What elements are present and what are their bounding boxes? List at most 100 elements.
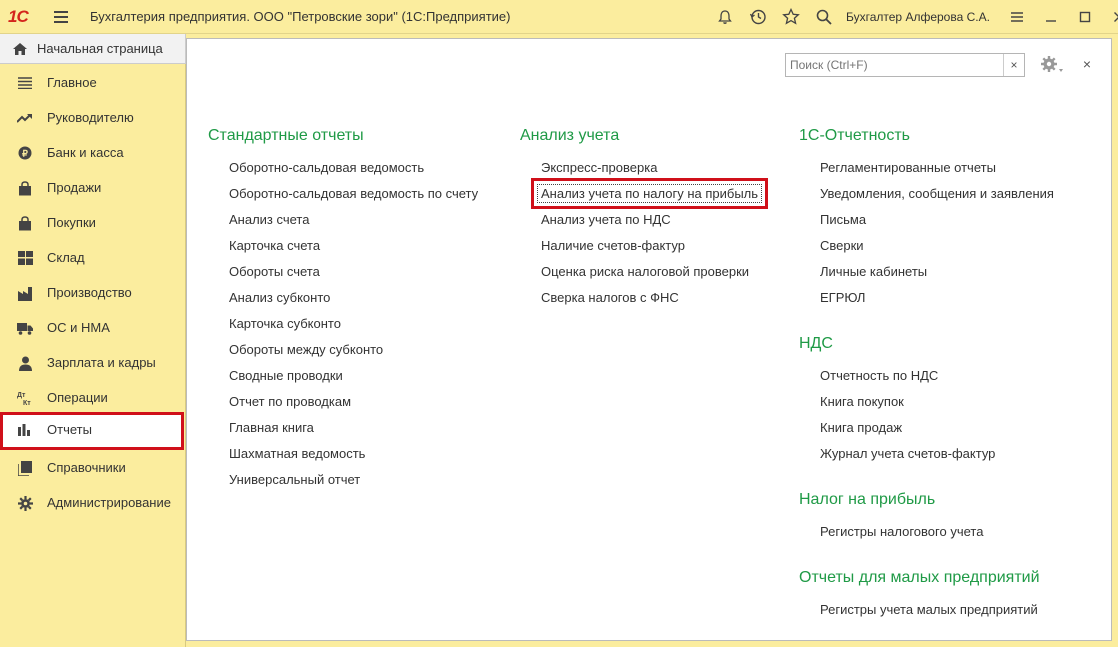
report-link[interactable]: Регламентированные отчеты	[820, 160, 996, 175]
warehouse-icon	[17, 250, 33, 266]
sidebar-item-directories[interactable]: Справочники	[0, 450, 186, 485]
sidebar-item-salary[interactable]: Зарплата и кадры	[0, 345, 186, 380]
close-panel-button[interactable]: ×	[1080, 56, 1094, 72]
sidebar-item-administration[interactable]: Администрирование	[0, 485, 186, 520]
sidebar-item-label: Производство	[47, 285, 132, 300]
group-title-profit-tax: Налог на прибыль	[799, 491, 936, 508]
sidebar-item-purchases[interactable]: Покупки	[0, 205, 186, 240]
report-link[interactable]: Обороты между субконто	[229, 342, 383, 357]
report-link[interactable]: Главная книга	[229, 420, 314, 435]
settings-menu-icon[interactable]	[1000, 4, 1034, 30]
home-icon	[12, 41, 28, 57]
app-logo: 1С	[8, 6, 29, 26]
sidebar-item-operations[interactable]: Дт Кт Операции	[0, 380, 186, 415]
home-tab-label: Начальная страница	[37, 41, 163, 56]
report-link[interactable]: Уведомления, сообщения и заявления	[820, 186, 1054, 201]
report-link[interactable]: Регистры налогового учета	[820, 524, 983, 539]
settings-gear-icon[interactable]	[1038, 53, 1066, 77]
coin-icon: ₽	[17, 145, 33, 161]
history-icon[interactable]	[745, 4, 771, 30]
bar-chart-icon	[17, 422, 33, 438]
sidebar-item-bank[interactable]: ₽ Банк и касса	[0, 135, 186, 170]
group-title-standard: Стандартные отчеты	[208, 127, 364, 144]
sidebar-item-reports[interactable]: Отчеты	[0, 412, 184, 450]
report-link[interactable]: Отчет по проводкам	[229, 394, 351, 409]
sidebar-item-main[interactable]: Главное	[0, 65, 186, 100]
group-title-small-business: Отчеты для малых предприятий	[799, 569, 1040, 586]
book-icon	[17, 460, 33, 476]
report-link[interactable]: Отчетность по НДС	[820, 368, 938, 383]
sidebar-item-label: Зарплата и кадры	[47, 355, 156, 370]
minimize-icon[interactable]	[1034, 4, 1068, 30]
sidebar-item-label: Справочники	[47, 460, 126, 475]
report-link-label: Анализ учета по налогу на прибыль	[541, 186, 759, 201]
report-link[interactable]: Экспресс-проверка	[541, 160, 657, 175]
svg-text:Кт: Кт	[23, 400, 31, 406]
title-bar: 1С Бухгалтерия предприятия. ООО "Петровс…	[0, 0, 1118, 34]
report-link[interactable]: Оборотно-сальдовая ведомость	[229, 160, 424, 175]
sidebar-item-label: Руководителю	[47, 110, 134, 125]
report-link[interactable]: Регистры учета малых предприятий	[820, 602, 1038, 617]
star-icon[interactable]	[778, 4, 804, 30]
sidebar: Главное Руководителю ₽ Банк и касса Прод…	[0, 64, 186, 647]
report-link[interactable]: Карточка субконто	[229, 316, 341, 331]
report-link[interactable]: Универсальный отчет	[229, 472, 360, 487]
svg-text:₽: ₽	[22, 149, 28, 159]
close-icon[interactable]	[1102, 4, 1118, 30]
sidebar-item-sales[interactable]: Продажи	[0, 170, 186, 205]
home-tab[interactable]: Начальная страница	[0, 34, 186, 64]
sidebar-item-label: Главное	[47, 75, 97, 90]
report-link[interactable]: Карточка счета	[229, 238, 320, 253]
sidebar-item-warehouse[interactable]: Склад	[0, 240, 186, 275]
trend-icon	[17, 110, 33, 126]
search-box: ×	[785, 53, 1025, 77]
report-link[interactable]: Оборотно-сальдовая ведомость по счету	[229, 186, 478, 201]
bell-icon[interactable]	[712, 4, 738, 30]
person-icon	[17, 355, 33, 371]
main-menu-button[interactable]	[54, 7, 76, 27]
sidebar-item-label: Покупки	[47, 215, 96, 230]
report-link[interactable]: Сверки	[820, 238, 864, 253]
sidebar-item-fixed-assets[interactable]: ОС и НМА	[0, 310, 186, 345]
sidebar-item-manager[interactable]: Руководителю	[0, 100, 186, 135]
user-name[interactable]: Бухгалтер Алферова С.А.	[846, 10, 990, 24]
report-link[interactable]: Письма	[820, 212, 866, 227]
sidebar-item-label: Склад	[47, 250, 85, 265]
report-link[interactable]: Анализ учета по НДС	[541, 212, 671, 227]
report-link[interactable]: Сводные проводки	[229, 368, 343, 383]
svg-text:Дт: Дт	[17, 392, 26, 399]
reports-panel: × × Стандартные отчеты Оборотно-сальдова…	[186, 38, 1112, 641]
report-link[interactable]: Сверка налогов с ФНС	[541, 290, 679, 305]
report-link[interactable]: Книга продаж	[820, 420, 902, 435]
report-link[interactable]: Оценка риска налоговой проверки	[541, 264, 749, 279]
report-link[interactable]: Книга покупок	[820, 394, 904, 409]
group-title-analysis: Анализ учета	[520, 127, 620, 144]
factory-icon	[17, 285, 33, 301]
report-link[interactable]: Журнал учета счетов-фактур	[820, 446, 995, 461]
sidebar-item-production[interactable]: Производство	[0, 275, 186, 310]
dt-kt-icon: Дт Кт	[17, 390, 33, 406]
app-title: Бухгалтерия предприятия. ООО "Петровские…	[90, 9, 511, 24]
sidebar-item-label: Отчеты	[47, 422, 92, 437]
maximize-icon[interactable]	[1068, 4, 1102, 30]
search-icon[interactable]	[811, 4, 837, 30]
sidebar-item-label: Операции	[47, 390, 108, 405]
gear-icon	[17, 495, 33, 511]
report-link[interactable]: Анализ субконто	[229, 290, 330, 305]
group-title-vat: НДС	[799, 335, 833, 352]
search-input[interactable]	[786, 54, 1004, 76]
report-link[interactable]: Наличие счетов-фактур	[541, 238, 685, 253]
report-link[interactable]: ЕГРЮЛ	[820, 290, 865, 305]
report-link[interactable]: Анализ счета	[229, 212, 309, 227]
bag-icon	[17, 180, 33, 196]
sidebar-item-label: Банк и касса	[47, 145, 124, 160]
cart-icon	[17, 215, 33, 231]
list-icon	[17, 75, 33, 91]
sidebar-item-label: Администрирование	[47, 495, 171, 510]
group-title-reporting: 1С-Отчетность	[799, 127, 910, 144]
report-link[interactable]: Личные кабинеты	[820, 264, 927, 279]
report-link[interactable]: Обороты счета	[229, 264, 320, 279]
report-link[interactable]: Шахматная ведомость	[229, 446, 365, 461]
search-clear-button[interactable]: ×	[1004, 54, 1024, 76]
report-link-highlighted[interactable]: Анализ учета по налогу на прибыль	[530, 178, 769, 209]
